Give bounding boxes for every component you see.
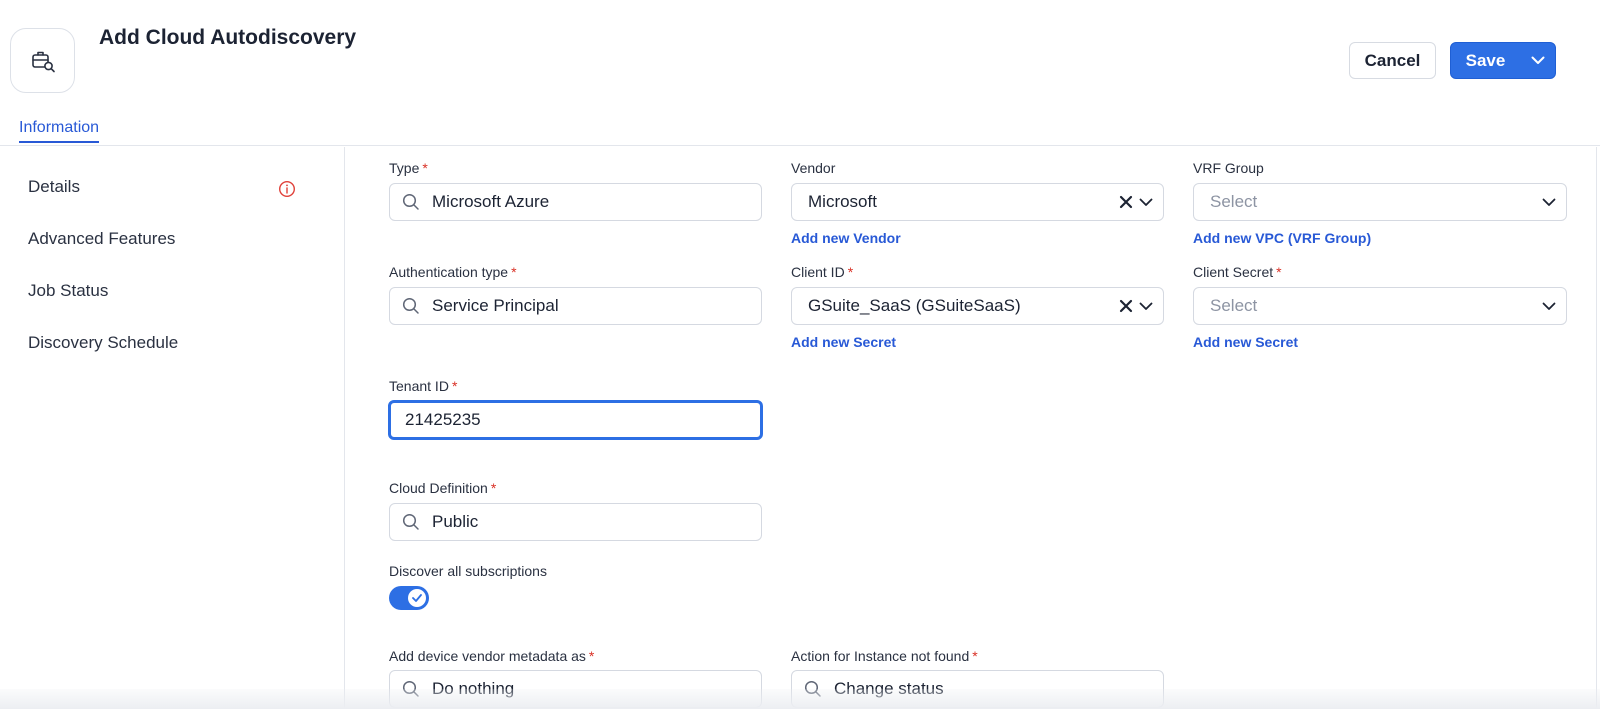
vrf-group-select[interactable]: Select [1193, 183, 1567, 221]
tenant-id-input[interactable]: 21425235 [388, 400, 763, 440]
vendor-label: Vendor [791, 160, 836, 176]
sidebar-item-job-status[interactable]: Job Status [28, 281, 108, 301]
discover-all-label: Discover all subscriptions [389, 563, 547, 579]
search-icon [390, 297, 432, 315]
sidebar-item-advanced-features[interactable]: Advanced Features [28, 229, 175, 249]
chevron-down-icon[interactable] [1139, 198, 1153, 207]
clear-icon[interactable] [1119, 299, 1133, 313]
sidebar-item-details[interactable]: Details [28, 177, 80, 197]
bottom-fade [0, 689, 1600, 709]
cloud-definition-label: Cloud Definition * [389, 480, 497, 496]
vrf-group-label: VRF Group [1193, 160, 1264, 176]
tab-information[interactable]: Information [19, 119, 100, 143]
client-secret-label: Client Secret * [1193, 264, 1282, 280]
checkmark-icon [408, 589, 426, 607]
type-value: Microsoft Azure [432, 192, 550, 211]
page-title: Add Cloud Autodiscovery [99, 26, 357, 49]
sidebar-item-discovery-schedule[interactable]: Discovery Schedule [28, 333, 178, 353]
warning-info-icon [278, 180, 296, 203]
cancel-button[interactable]: Cancel [1349, 42, 1436, 79]
auth-type-value: Service Principal [432, 296, 559, 315]
search-icon [390, 513, 432, 531]
save-button[interactable]: Save [1451, 43, 1520, 78]
vrf-group-placeholder: Select [1210, 192, 1258, 211]
page-header: Add Cloud Autodiscovery Cancel Save Info… [0, 0, 1600, 146]
content-right-border [1596, 147, 1597, 709]
cloud-discovery-icon [10, 28, 75, 93]
save-options-button[interactable] [1520, 43, 1555, 78]
auth-type-field[interactable]: Service Principal [389, 287, 762, 325]
chevron-down-icon[interactable] [1542, 198, 1556, 207]
auth-type-label: Authentication type * [389, 264, 517, 280]
chevron-down-icon[interactable] [1542, 302, 1556, 311]
add-new-secret-link[interactable]: Add new Secret [791, 334, 896, 350]
discover-all-toggle[interactable] [389, 586, 429, 610]
tenant-id-label: Tenant ID * [389, 378, 458, 394]
vendor-select[interactable]: Microsoft [791, 183, 1164, 221]
client-id-value: GSuite_SaaS (GSuiteSaaS) [808, 296, 1021, 315]
add-new-vpc-link[interactable]: Add new VPC (VRF Group) [1193, 230, 1371, 246]
instance-not-found-label: Action for Instance not found * [791, 648, 978, 664]
client-id-label: Client ID * [791, 264, 854, 280]
client-id-select[interactable]: GSuite_SaaS (GSuiteSaaS) [791, 287, 1164, 325]
vendor-value: Microsoft [808, 192, 877, 211]
client-secret-placeholder: Select [1210, 296, 1258, 315]
client-secret-select[interactable]: Select [1193, 287, 1567, 325]
cloud-definition-value: Public [432, 512, 479, 531]
clear-icon[interactable] [1119, 195, 1133, 209]
save-button-group: Save [1450, 42, 1556, 79]
type-field[interactable]: Microsoft Azure [389, 183, 762, 221]
cloud-definition-field[interactable]: Public [389, 503, 762, 541]
chevron-down-icon[interactable] [1139, 302, 1153, 311]
tenant-id-value: 21425235 [405, 410, 481, 429]
type-label: Type * [389, 160, 428, 176]
search-icon [390, 193, 432, 211]
chevron-down-icon [1531, 56, 1544, 64]
add-new-vendor-link[interactable]: Add new Vendor [791, 230, 901, 246]
vendor-metadata-label: Add device vendor metadata as * [389, 648, 595, 664]
add-new-secret-link[interactable]: Add new Secret [1193, 334, 1298, 350]
